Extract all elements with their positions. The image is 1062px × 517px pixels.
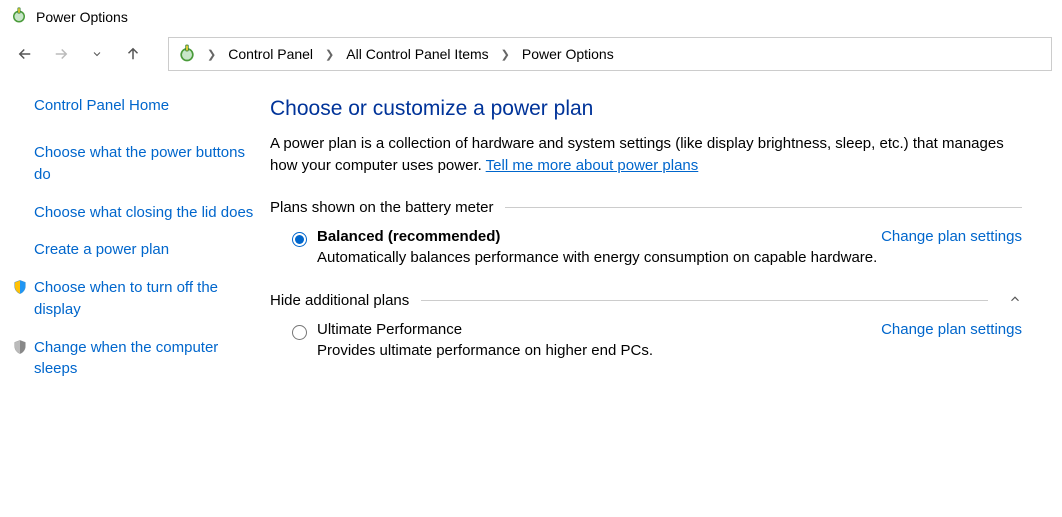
power-options-icon [10, 6, 28, 27]
group-header-additional-plans[interactable]: Hide additional plans [270, 292, 1022, 309]
change-plan-settings-link[interactable]: Change plan settings [881, 228, 1022, 245]
forward-button[interactable] [46, 39, 76, 69]
nav-row: ❯ Control Panel ❯ All Control Panel Item… [0, 33, 1062, 79]
plan-name: Ultimate Performance [317, 321, 462, 338]
main: Choose or customize a power plan A power… [270, 97, 1062, 396]
plan-description: Automatically balances performance with … [317, 249, 1022, 266]
group-label: Plans shown on the battery meter [270, 199, 493, 216]
plan-radio-ultimate[interactable] [292, 325, 307, 340]
back-button[interactable] [10, 39, 40, 69]
breadcrumb-item[interactable]: Power Options [520, 44, 616, 64]
title-bar: Power Options [0, 0, 1062, 33]
plan-description: Provides ultimate performance on higher … [317, 342, 1022, 359]
sidebar-link-create-plan[interactable]: Create a power plan [34, 239, 260, 261]
sidebar-link-computer-sleeps[interactable]: Change when the computer sleeps [34, 337, 260, 381]
divider [505, 207, 1022, 208]
divider [421, 300, 988, 301]
breadcrumb-item[interactable]: All Control Panel Items [344, 44, 490, 64]
control-panel-home-link[interactable]: Control Panel Home [34, 97, 260, 114]
plan-radio-balanced[interactable] [292, 232, 307, 247]
recent-dropdown[interactable] [82, 39, 112, 69]
plan-row-balanced: Balanced (recommended) Change plan setti… [270, 228, 1022, 266]
breadcrumb-icon [177, 43, 197, 66]
sidebar-link-label: Choose when to turn off the display [34, 279, 218, 318]
sidebar-link-power-buttons[interactable]: Choose what the power buttons do [34, 142, 260, 186]
breadcrumb-item[interactable]: Control Panel [226, 44, 315, 64]
plan-name: Balanced (recommended) [317, 228, 500, 245]
tell-me-more-link[interactable]: Tell me more about power plans [486, 157, 699, 174]
content: Control Panel Home Choose what the power… [0, 79, 1062, 396]
group-label: Hide additional plans [270, 292, 409, 309]
sidebar-link-turn-off-display[interactable]: Choose when to turn off the display [34, 277, 260, 321]
sidebar-link-closing-lid[interactable]: Choose what closing the lid does [34, 202, 260, 224]
shield-icon [12, 339, 28, 355]
chevron-right-icon: ❯ [497, 48, 514, 61]
group-header-battery-plans: Plans shown on the battery meter [270, 199, 1022, 216]
window-title: Power Options [36, 9, 128, 25]
plan-row-ultimate: Ultimate Performance Change plan setting… [270, 321, 1022, 359]
sidebar: Control Panel Home Choose what the power… [0, 97, 270, 396]
sidebar-link-label: Change when the computer sleeps [34, 339, 218, 378]
up-button[interactable] [118, 39, 148, 69]
chevron-right-icon: ❯ [321, 48, 338, 61]
page-heading: Choose or customize a power plan [270, 97, 1022, 121]
page-description: A power plan is a collection of hardware… [270, 133, 1022, 177]
breadcrumb[interactable]: ❯ Control Panel ❯ All Control Panel Item… [168, 37, 1052, 71]
change-plan-settings-link[interactable]: Change plan settings [881, 321, 1022, 338]
shield-icon [12, 279, 28, 295]
chevron-right-icon: ❯ [203, 48, 220, 61]
chevron-up-icon [1000, 292, 1022, 309]
